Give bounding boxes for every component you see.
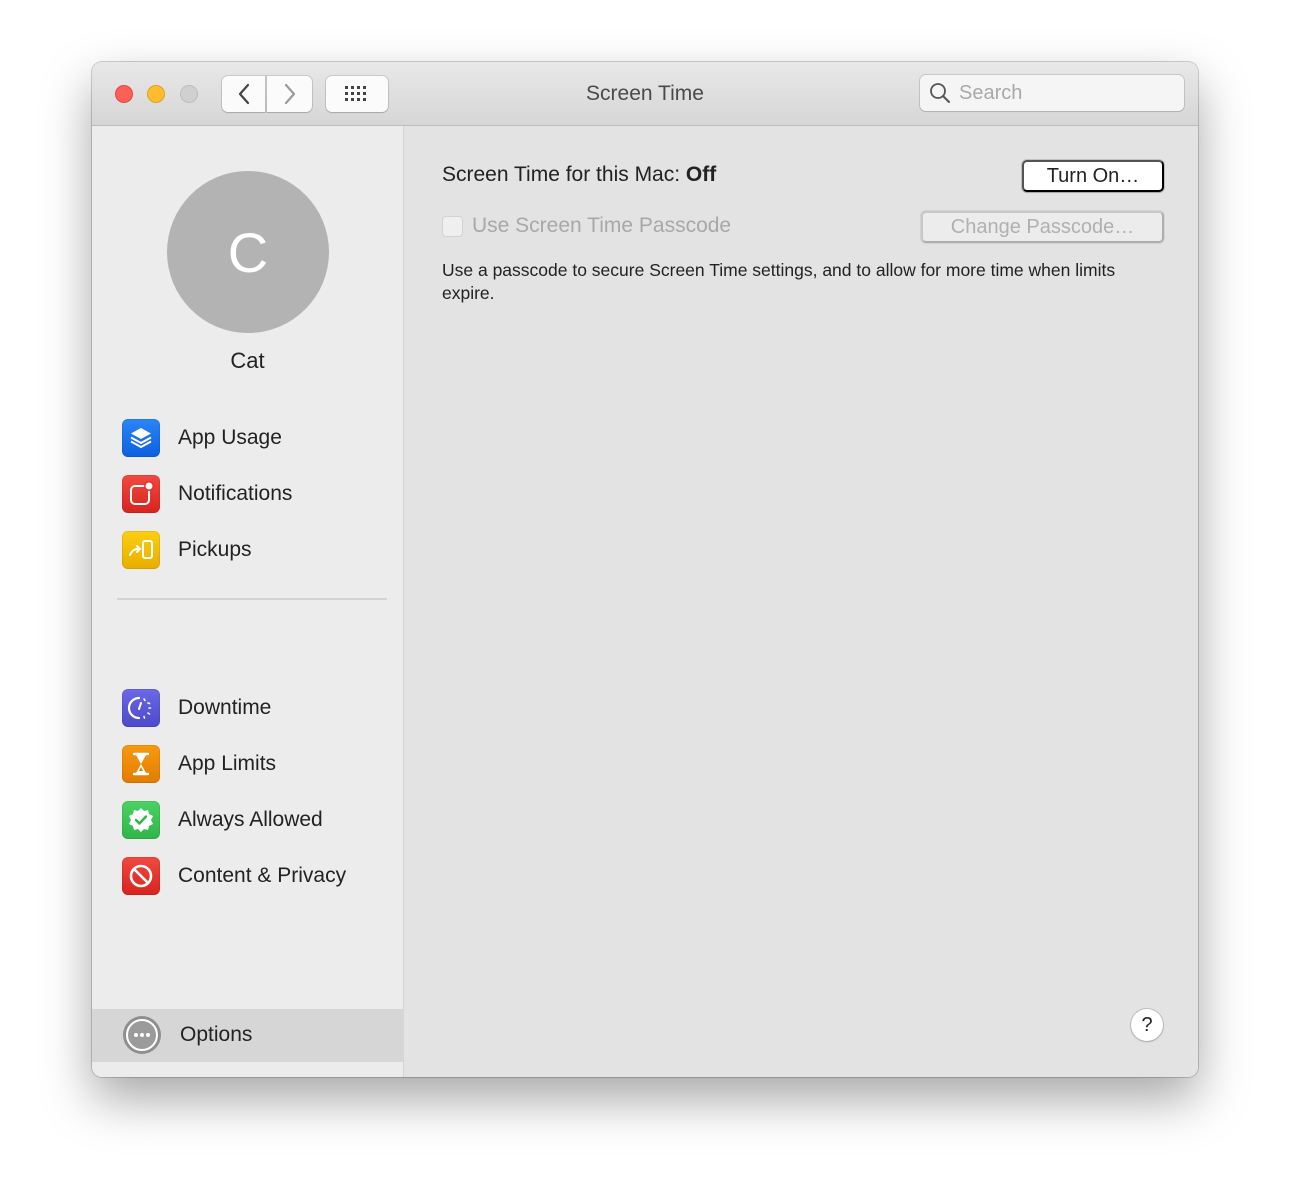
sidebar-item-label: Content & Privacy xyxy=(178,864,347,887)
sidebar-item-downtime[interactable]: Downtime xyxy=(122,688,271,728)
sidebar-item-app-limits[interactable]: App Limits xyxy=(122,744,276,784)
sidebar-item-notifications[interactable]: Notifications xyxy=(122,474,292,514)
sidebar-item-content-privacy[interactable]: Content & Privacy xyxy=(122,856,346,896)
status-value: Off xyxy=(685,163,717,186)
show-all-button[interactable] xyxy=(326,76,388,112)
zoom-button[interactable] xyxy=(180,85,198,103)
change-passcode-button[interactable]: Change Passcode… xyxy=(921,211,1164,243)
sidebar-item-app-usage[interactable]: App Usage xyxy=(122,418,282,458)
close-button[interactable] xyxy=(115,85,133,103)
search-field[interactable] xyxy=(920,75,1184,111)
search-input[interactable] xyxy=(957,80,1171,106)
prohibited-icon xyxy=(122,857,160,895)
sidebar-item-pickups[interactable]: Pickups xyxy=(122,530,252,570)
sidebar-item-label: App Usage xyxy=(178,426,282,449)
grid-icon xyxy=(345,86,366,101)
downtime-clock-icon xyxy=(122,689,160,727)
sidebar-item-options[interactable]: Options xyxy=(92,1009,403,1062)
notification-badge-icon xyxy=(122,475,160,513)
system-preferences-window: Screen Time C Cat App Usage xyxy=(92,62,1198,1077)
forward-button[interactable] xyxy=(267,76,312,112)
sidebar-item-label: Always Allowed xyxy=(178,808,323,831)
content-pane: Screen Time for this Mac: Off Turn On… U… xyxy=(404,126,1198,1077)
screen-time-status: Screen Time for this Mac: Off xyxy=(442,163,716,187)
turn-on-button[interactable]: Turn On… xyxy=(1022,160,1164,192)
sidebar: C Cat App Usage Notifications Pickups Do… xyxy=(92,126,404,1077)
passcode-checkbox-label: Use Screen Time Passcode xyxy=(472,214,732,237)
checkmark-seal-icon xyxy=(122,801,160,839)
sidebar-item-label: App Limits xyxy=(178,752,277,775)
pickup-phone-icon xyxy=(122,531,160,569)
passcode-description: Use a passcode to secure Screen Time set… xyxy=(442,260,1116,303)
layers-icon xyxy=(122,419,160,457)
avatar-initial: C xyxy=(227,220,269,284)
search-icon xyxy=(930,83,950,103)
help-button[interactable]: ? xyxy=(1131,1009,1163,1041)
status-prefix: Screen Time for this Mac: xyxy=(442,163,681,186)
user-name: Cat xyxy=(230,348,265,373)
passcode-checkbox[interactable] xyxy=(442,215,463,237)
sidebar-item-label: Notifications xyxy=(178,482,293,505)
chevron-left-icon xyxy=(238,83,249,105)
chevron-right-icon xyxy=(284,83,295,105)
sidebar-item-label: Pickups xyxy=(178,538,252,561)
sidebar-item-always-allowed[interactable]: Always Allowed xyxy=(122,800,323,840)
sidebar-divider xyxy=(117,598,387,600)
avatar: C xyxy=(167,171,329,333)
title-bar: Screen Time xyxy=(92,62,1198,126)
passcode-checkbox-row[interactable]: Use Screen Time Passcode xyxy=(442,214,731,238)
help-icon: ? xyxy=(1141,1013,1153,1036)
minimize-button[interactable] xyxy=(147,85,165,103)
sidebar-item-label: Downtime xyxy=(178,696,272,719)
hourglass-icon xyxy=(122,745,160,783)
ellipsis-circle-icon xyxy=(122,1015,162,1055)
options-label: Options xyxy=(180,1023,253,1046)
options-item[interactable]: Options xyxy=(122,1015,252,1055)
back-button[interactable] xyxy=(222,76,265,112)
